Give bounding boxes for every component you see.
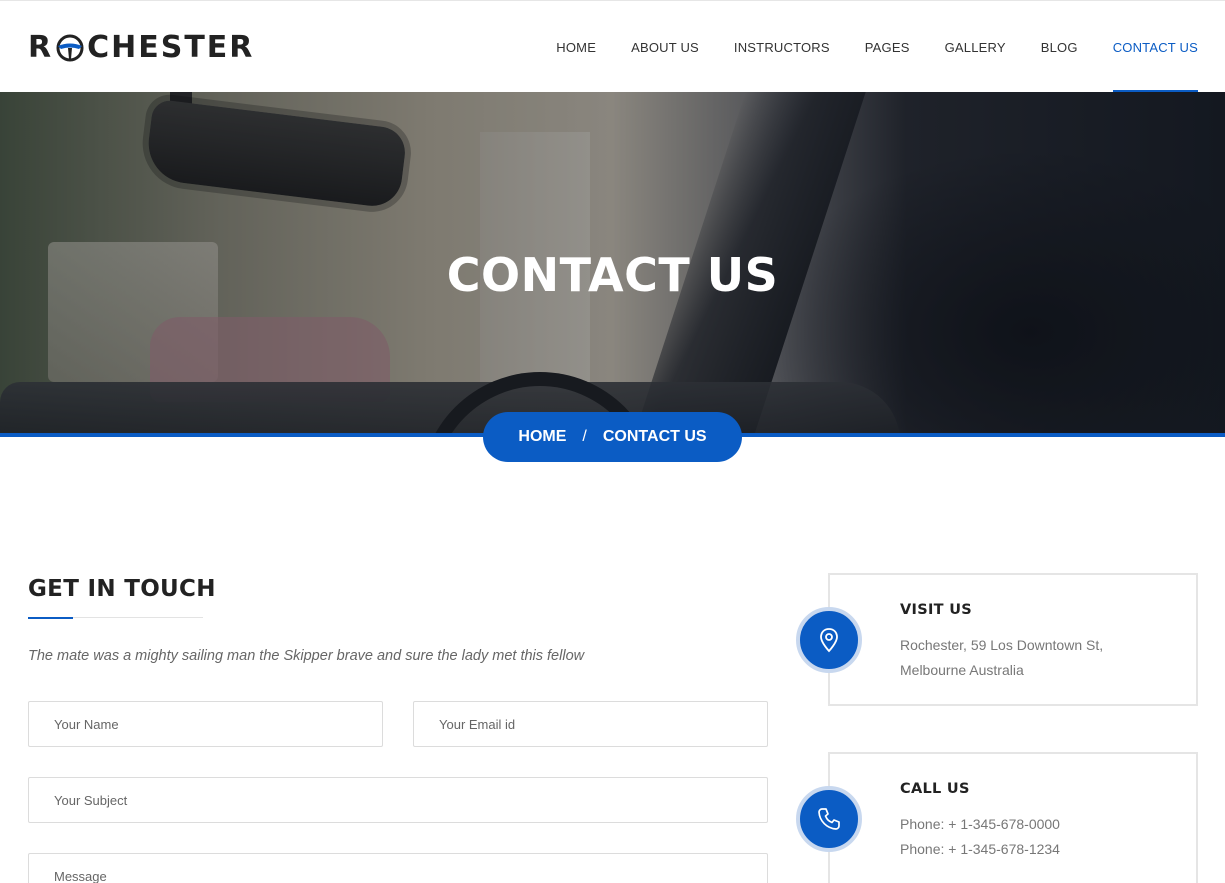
email-field[interactable] [413, 701, 768, 747]
nav-blog[interactable]: BLOG [1041, 1, 1078, 93]
nav-about-us[interactable]: ABOUT US [631, 1, 699, 93]
call-us-title: CALL US [900, 781, 970, 797]
call-us-phone-line2[interactable]: Phone: + 1-345-678-1234 [900, 841, 1060, 857]
breadcrumb-separator: / [582, 428, 587, 445]
breadcrumb: HOME / CONTACT US [483, 412, 742, 462]
logo-text-right: CHESTER [87, 29, 255, 65]
page-title: CONTACT US [446, 248, 779, 302]
site-logo[interactable]: R CHESTER [28, 29, 254, 65]
contact-form-title: GET IN TOUCH [28, 576, 216, 602]
main-nav: HOME ABOUT US INSTRUCTORS PAGES GALLERY … [521, 1, 1199, 93]
contact-form-subtitle: The mate was a mighty sailing man the Sk… [28, 648, 585, 664]
hero-banner: CONTACT US [0, 92, 1225, 435]
logo-text-left: R [28, 29, 54, 65]
map-pin-icon [796, 607, 862, 673]
visit-us-title: VISIT US [900, 602, 973, 618]
visit-us-address-line1: Rochester, 59 Los Downtown St, [900, 637, 1104, 653]
nav-gallery[interactable]: GALLERY [945, 1, 1006, 93]
title-underline-accent [28, 617, 73, 619]
call-us-phone-line1[interactable]: Phone: + 1-345-678-0000 [900, 816, 1060, 832]
nav-pages[interactable]: PAGES [865, 1, 910, 93]
nav-instructors[interactable]: INSTRUCTORS [734, 1, 830, 93]
subject-field[interactable] [28, 777, 768, 823]
visit-us-address-line2: Melbourne Australia [900, 662, 1024, 678]
message-field[interactable] [28, 853, 768, 883]
nav-home[interactable]: HOME [556, 1, 596, 93]
breadcrumb-home[interactable]: HOME [518, 428, 566, 446]
phone-icon [796, 786, 862, 852]
breadcrumb-current: CONTACT US [602, 428, 707, 445]
name-field[interactable] [28, 701, 383, 747]
visit-us-card: VISIT US Rochester, 59 Los Downtown St, … [828, 573, 1198, 706]
site-header: R CHESTER HOME ABOUT US INSTRUCTORS PAGE… [0, 0, 1225, 93]
steering-wheel-icon [55, 33, 85, 63]
call-us-card: CALL US Phone: + 1-345-678-0000 Phone: +… [828, 752, 1198, 883]
nav-contact-us[interactable]: CONTACT US [1112, 1, 1199, 93]
